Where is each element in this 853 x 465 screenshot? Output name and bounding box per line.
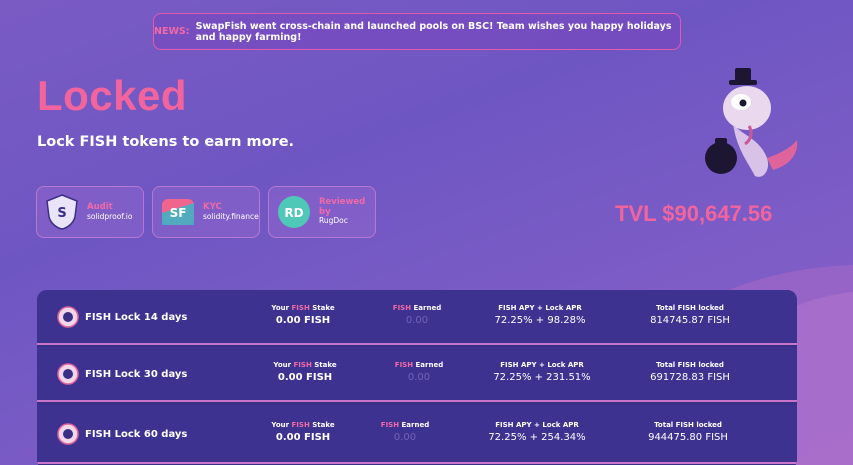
pool-name: FISH Lock 14 days bbox=[85, 312, 188, 323]
audit-badges: S Audit solidproof.io SF KYC solidity.fi… bbox=[36, 186, 376, 238]
svg-text:S: S bbox=[57, 206, 66, 221]
apy-value: 72.25% + 231.51% bbox=[493, 372, 591, 383]
total-col: Total FISH locked 944475.80 FISH bbox=[648, 421, 728, 443]
pool-row-30[interactable]: FISH Lock 30 days Your FISH Stake 0.00 F… bbox=[37, 347, 797, 402]
badge-rugdoc[interactable]: RD Reviewed by RugDoc bbox=[268, 186, 376, 238]
apy-value: 72.25% + 254.34% bbox=[488, 432, 586, 443]
page-subtitle: Lock FISH tokens to earn more. bbox=[37, 134, 295, 150]
pool-row-60[interactable]: FISH Lock 60 days Your FISH Stake 0.00 F… bbox=[37, 404, 797, 464]
shield-icon: S bbox=[46, 194, 78, 230]
badge-subtitle: solidproof.io bbox=[87, 211, 133, 221]
tvl-value: TVL $90,647.56 bbox=[615, 201, 773, 226]
stake-value: 0.00 FISH bbox=[275, 432, 331, 443]
apy-col: FISH APY + Lock APR 72.25% + 98.28% bbox=[492, 304, 588, 326]
earned-col: FISH Earned 0.00 bbox=[389, 304, 445, 326]
fish-token-icon bbox=[57, 363, 79, 385]
total-col: Total FISH locked 691728.83 FISH bbox=[650, 361, 730, 383]
earned-value: 0.00 bbox=[405, 315, 429, 326]
apy-value: 72.25% + 98.28% bbox=[494, 315, 586, 326]
earned-value: 0.00 bbox=[407, 372, 431, 383]
news-tag: NEWS: bbox=[154, 26, 190, 37]
stake-col: Your FISH Stake 0.00 FISH bbox=[267, 304, 339, 326]
fish-token-icon bbox=[57, 306, 79, 328]
badge-kyc[interactable]: SF KYC solidity.finance bbox=[152, 186, 260, 238]
pool-name: FISH Lock 30 days bbox=[85, 369, 188, 380]
news-message: SwapFish went cross-chain and launched p… bbox=[195, 20, 672, 43]
total-locked-value: 944475.80 FISH bbox=[648, 432, 728, 443]
stake-value: 0.00 FISH bbox=[275, 315, 331, 326]
stake-col: Your FISH Stake 0.00 FISH bbox=[269, 361, 341, 383]
svg-text:RD: RD bbox=[284, 206, 303, 220]
total-col: Total FISH locked 814745.87 FISH bbox=[650, 304, 730, 326]
total-locked-value: 691728.83 FISH bbox=[650, 372, 730, 383]
stake-col: Your FISH Stake 0.00 FISH bbox=[267, 421, 339, 443]
apy-col: FISH APY + Lock APR 72.25% + 231.51% bbox=[493, 361, 591, 383]
news-banner[interactable]: NEWS: SwapFish went cross-chain and laun… bbox=[153, 13, 681, 50]
apy-col: FISH APY + Lock APR 72.25% + 254.34% bbox=[488, 421, 586, 443]
earned-value: 0.00 bbox=[393, 432, 417, 443]
stake-value: 0.00 FISH bbox=[277, 372, 333, 383]
pool-name: FISH Lock 60 days bbox=[85, 429, 188, 440]
total-locked-value: 814745.87 FISH bbox=[650, 315, 730, 326]
fish-token-icon bbox=[57, 423, 79, 445]
badge-subtitle: solidity.finance bbox=[203, 211, 259, 221]
earned-col: FISH Earned 0.00 bbox=[391, 361, 447, 383]
sf-logo-icon: SF bbox=[162, 199, 194, 225]
badge-title: Reviewed by bbox=[319, 196, 366, 217]
earned-col: FISH Earned 0.00 bbox=[377, 421, 433, 443]
badge-subtitle: RugDoc bbox=[319, 216, 348, 226]
page-title: Locked bbox=[37, 72, 188, 119]
svg-text:SF: SF bbox=[170, 206, 187, 220]
pool-list: FISH Lock 14 days Your FISH Stake 0.00 F… bbox=[37, 290, 797, 465]
badge-audit[interactable]: S Audit solidproof.io bbox=[36, 186, 144, 238]
rugdoc-logo-icon: RD bbox=[278, 196, 310, 228]
pool-row-14[interactable]: FISH Lock 14 days Your FISH Stake 0.00 F… bbox=[37, 290, 797, 345]
fish-mascot-icon bbox=[705, 68, 798, 177]
